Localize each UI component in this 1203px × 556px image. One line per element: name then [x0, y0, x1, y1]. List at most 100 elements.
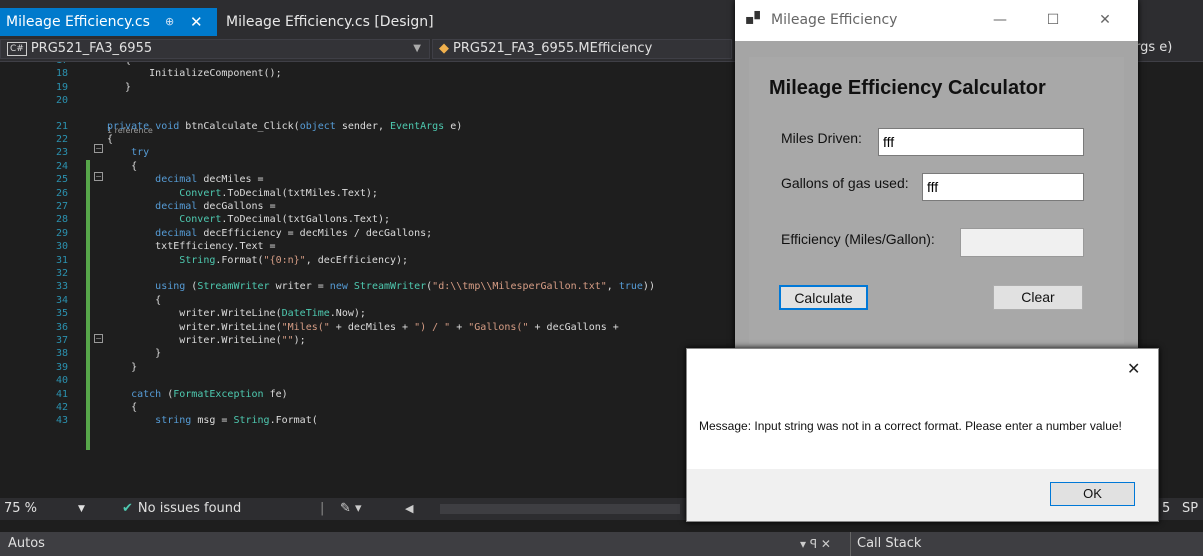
- code-line[interactable]: }: [107, 348, 161, 359]
- code-line[interactable]: }: [107, 82, 131, 93]
- collapse-icon[interactable]: −: [94, 172, 103, 181]
- line-number: 39: [55, 361, 68, 373]
- line-number: 26: [55, 187, 68, 199]
- code-line[interactable]: private void btnCalculate_Click(object s…: [107, 121, 462, 132]
- code-line[interactable]: Convert.ToDecimal(txtMiles.Text);: [107, 188, 378, 199]
- code-line[interactable]: {: [107, 161, 137, 172]
- chevron-down-icon[interactable]: ▼: [78, 498, 85, 520]
- code-line[interactable]: try: [107, 147, 149, 158]
- line-number: 31: [55, 254, 68, 266]
- tab-label: Mileage Efficiency.cs: [6, 14, 150, 30]
- class-dropdown[interactable]: ◆ PRG521_FA3_6955.MEfficiency: [432, 39, 732, 59]
- tab-mileage-efficiency-cs[interactable]: Mileage Efficiency.cs ⊕ ✕: [0, 8, 217, 36]
- line-number: 23: [55, 147, 68, 159]
- line-number: 40: [55, 375, 68, 387]
- message-content-area: ✕ Message: Input string was not in a cor…: [687, 349, 1158, 469]
- line-number: 36: [55, 321, 68, 333]
- code-line[interactable]: Convert.ToDecimal(txtGallons.Text);: [107, 214, 390, 225]
- member-dropdown[interactable]: rgs e): [1135, 39, 1172, 59]
- line-number: 29: [55, 227, 68, 239]
- issues-text: No issues found: [137, 501, 242, 516]
- horizontal-scrollbar[interactable]: [440, 504, 680, 514]
- line-number: 22: [55, 134, 68, 145]
- zoom-level[interactable]: 75 %: [4, 498, 37, 520]
- line-number: 24: [55, 160, 68, 172]
- clear-button[interactable]: Clear: [993, 285, 1083, 310]
- scroll-left-icon[interactable]: ◀: [405, 498, 413, 520]
- chevron-down-icon: ▼: [413, 43, 421, 54]
- code-line[interactable]: {: [107, 134, 113, 145]
- pin-icon[interactable]: ⊕: [165, 8, 174, 36]
- minimize-icon[interactable]: —: [985, 0, 1015, 41]
- code-line[interactable]: decimal decMiles =: [107, 174, 263, 185]
- miles-input[interactable]: fff: [878, 128, 1084, 156]
- efficiency-label: Efficiency (Miles/Gallon):: [781, 231, 935, 247]
- spaces-indicator: SP: [1182, 501, 1199, 516]
- line-number: 43: [55, 415, 68, 427]
- code-line[interactable]: decimal decEfficiency = decMiles / decGa…: [107, 228, 432, 239]
- csharp-project-icon: C#: [7, 42, 27, 56]
- tab-mileage-efficiency-design[interactable]: Mileage Efficiency.cs [Design]: [220, 8, 450, 36]
- line-number: 38: [55, 348, 68, 360]
- code-line[interactable]: txtEfficiency.Text =: [107, 241, 275, 252]
- separator: |: [320, 501, 325, 516]
- message-text: Message: Input string was not in a corre…: [699, 419, 1122, 433]
- line-number: 33: [55, 281, 68, 293]
- line-number: 28: [55, 214, 68, 226]
- project-dropdown[interactable]: C# PRG521_FA3_6955 ▼: [0, 39, 430, 59]
- call-stack-tab[interactable]: Call Stack: [850, 532, 921, 556]
- line-number: 30: [55, 241, 68, 253]
- line-number: 17: [0, 62, 68, 66]
- code-line[interactable]: {: [107, 62, 131, 66]
- class-name: PRG521_FA3_6955.MEfficiency: [453, 41, 653, 56]
- calculate-button[interactable]: Calculate: [779, 285, 868, 310]
- close-tab-icon[interactable]: ✕: [190, 8, 203, 36]
- brush-icon[interactable]: ✎ ▾: [340, 498, 362, 520]
- close-icon[interactable]: ✕: [1127, 359, 1140, 378]
- code-line[interactable]: string msg = String.Format(: [107, 415, 318, 426]
- close-window-icon[interactable]: ✕: [1090, 0, 1120, 41]
- code-line[interactable]: writer.WriteLine("Miles(" + decMiles + "…: [107, 322, 619, 333]
- gallons-input[interactable]: fff: [922, 173, 1084, 201]
- issues-indicator[interactable]: ✔ No issues found: [122, 498, 241, 520]
- maximize-icon[interactable]: ☐: [1038, 0, 1068, 41]
- line-number: 34: [55, 294, 68, 306]
- code-line[interactable]: writer.WriteLine(DateTime.Now);: [107, 308, 366, 319]
- tab-label: Mileage Efficiency.cs [Design]: [226, 14, 434, 30]
- miles-label: Miles Driven:: [781, 130, 862, 146]
- line-number: 37: [55, 335, 68, 346]
- efficiency-output[interactable]: [960, 228, 1084, 257]
- line-number: 32: [55, 268, 68, 279]
- mileage-efficiency-window: ▪▘ Mileage Efficiency — ☐ ✕ Mileage Effi…: [735, 0, 1138, 348]
- line-number: 19: [55, 81, 68, 93]
- window-title-bar[interactable]: ▪▘ Mileage Efficiency — ☐ ✕: [735, 0, 1138, 41]
- code-line[interactable]: InitializeComponent();: [107, 68, 281, 79]
- project-name: PRG521_FA3_6955: [30, 41, 153, 56]
- panel-controls-icon[interactable]: ▾ ꟼ ✕: [800, 532, 831, 556]
- code-line[interactable]: String.Format("{0:n}", decEfficiency);: [107, 255, 408, 266]
- code-line[interactable]: writer.WriteLine("");: [107, 335, 305, 346]
- line-number: 18: [55, 68, 68, 80]
- line-number: 27: [55, 201, 68, 212]
- line-number: 35: [55, 308, 68, 320]
- class-icon: ◆: [439, 41, 449, 56]
- change-indicator-bar: [86, 160, 90, 450]
- gallons-label: Gallons of gas used:: [781, 175, 909, 191]
- error-message-box: ✕ Message: Input string was not in a cor…: [686, 348, 1159, 522]
- code-line[interactable]: using (StreamWriter writer = new StreamW…: [107, 281, 655, 292]
- autos-tab[interactable]: Autos: [8, 532, 45, 556]
- line-number: 41: [55, 388, 68, 400]
- check-circle-icon: ✔: [122, 501, 133, 516]
- window-title: Mileage Efficiency: [771, 12, 898, 28]
- code-line[interactable]: {: [107, 295, 161, 306]
- line-indicator: 5: [1162, 501, 1171, 516]
- collapse-icon[interactable]: −: [94, 334, 103, 343]
- tool-window-bar: Autos ▾ ꟼ ✕ Call Stack: [0, 532, 1203, 556]
- collapse-icon[interactable]: −: [94, 144, 103, 153]
- code-line[interactable]: }: [107, 362, 137, 373]
- code-line[interactable]: {: [107, 402, 137, 413]
- code-line[interactable]: decimal decGallons =: [107, 201, 275, 212]
- code-line[interactable]: catch (FormatException fe): [107, 389, 288, 400]
- ok-button[interactable]: OK: [1050, 482, 1135, 506]
- line-number: 25: [55, 174, 68, 186]
